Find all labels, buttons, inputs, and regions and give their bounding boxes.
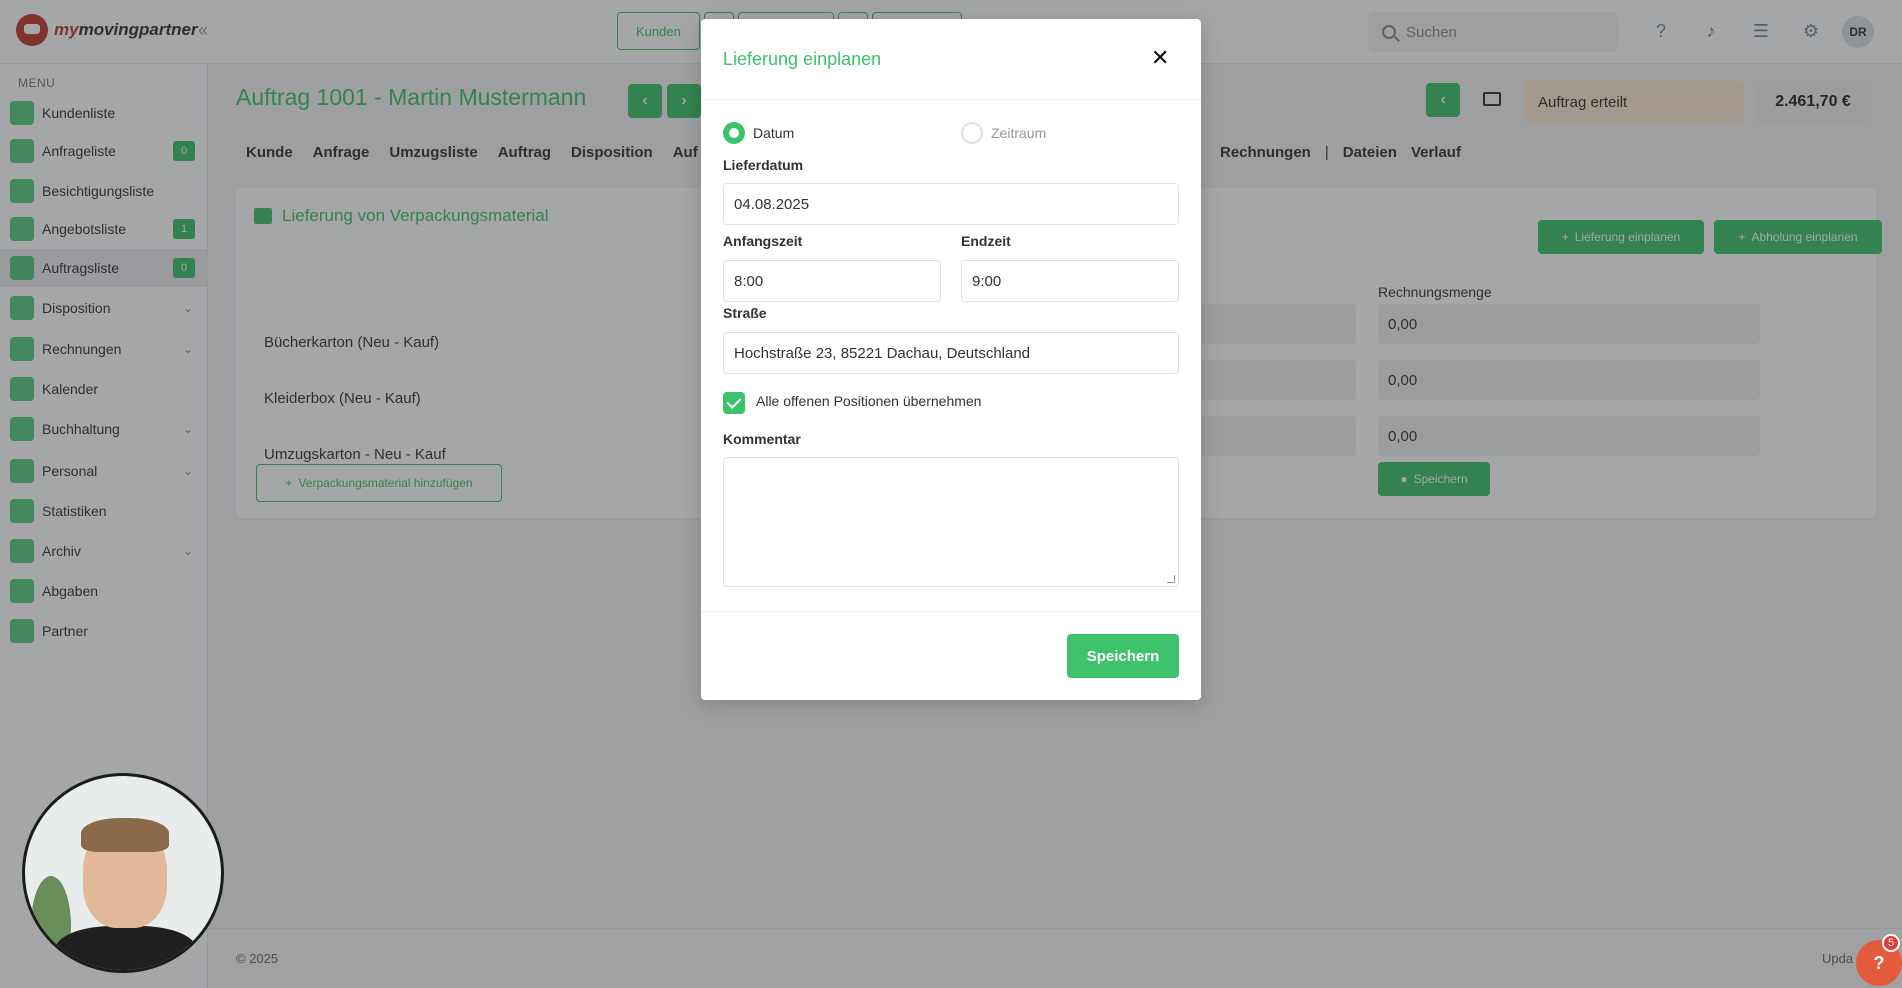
start-time-label: Anfangszeit: [723, 233, 803, 249]
webcam-person-hair: [81, 818, 169, 852]
save-button[interactable]: Speichern: [1067, 634, 1179, 678]
delivery-date-input[interactable]: 04.08.2025: [723, 183, 1179, 225]
help-notification-badge: 5: [1882, 934, 1900, 952]
close-icon[interactable]: ✕: [1151, 45, 1169, 71]
start-time-input[interactable]: 8:00: [723, 260, 941, 302]
webcam-overlay: [22, 773, 224, 973]
modal-title: Lieferung einplanen: [723, 49, 882, 69]
delivery-modal: Lieferung einplanen ✕ Datum Zeitraum Lie…: [701, 19, 1201, 700]
delivery-date-label: Lieferdatum: [723, 157, 804, 173]
modal-divider: [701, 611, 1201, 612]
radio-zeitraum-label: Zeitraum: [991, 125, 1047, 141]
street-label: Straße: [723, 305, 767, 321]
radio-datum[interactable]: [723, 122, 745, 144]
modal-divider: [701, 99, 1201, 100]
app: mymovingpartner « Kunden Suchen ? ♪ ☰ ⚙ …: [0, 0, 1902, 988]
street-input[interactable]: Hochstraße 23, 85221 Dachau, Deutschland: [723, 332, 1179, 374]
take-all-positions-checkbox[interactable]: [723, 392, 745, 414]
end-time-label: Endzeit: [961, 233, 1011, 249]
radio-zeitraum[interactable]: [961, 122, 983, 144]
comment-label: Kommentar: [723, 431, 801, 447]
comment-textarea[interactable]: [723, 457, 1179, 587]
take-all-positions-label: Alle offenen Positionen übernehmen: [756, 393, 982, 409]
radio-datum-label: Datum: [753, 125, 795, 141]
end-time-input[interactable]: 9:00: [961, 260, 1179, 302]
webcam-person-body: [55, 926, 197, 970]
